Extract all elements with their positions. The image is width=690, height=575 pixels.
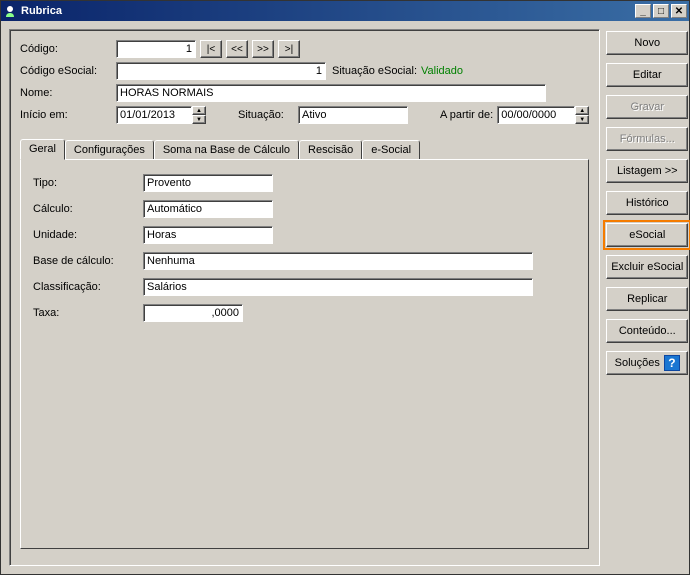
action-panel: Novo Editar Gravar Fórmulas... Listagem … (606, 29, 688, 566)
replicar-button[interactable]: Replicar (606, 287, 688, 311)
window-title: Rubrica (21, 5, 635, 17)
help-icon: ? (664, 355, 680, 371)
tabpanel-geral: Tipo: Provento Cálculo: Automático Unida… (20, 159, 589, 549)
label-base-calculo: Base de cálculo: (33, 255, 143, 267)
gravar-button[interactable]: Gravar (606, 95, 688, 119)
form-panel: Código: 1 |< << >> >| Código eSocial: 1 … (9, 29, 600, 566)
base-calculo-field[interactable]: Nenhuma (143, 252, 533, 270)
novo-button[interactable]: Novo (606, 31, 688, 55)
situacao-esocial-value: Validado (421, 65, 463, 77)
conteudo-button[interactable]: Conteúdo... (606, 319, 688, 343)
label-unidade: Unidade: (33, 229, 143, 241)
historico-button[interactable]: Histórico (606, 191, 688, 215)
label-inicio-em: Início em: (20, 109, 112, 121)
label-situacao-esocial: Situação eSocial: (332, 65, 417, 77)
esocial-button[interactable]: eSocial (606, 223, 688, 247)
nav-prev-button[interactable]: << (226, 40, 248, 58)
nav-first-button[interactable]: |< (200, 40, 222, 58)
a-partir-de-field[interactable]: 00/00/0000 ▲ ▼ (497, 106, 589, 124)
label-taxa: Taxa: (33, 307, 143, 319)
tab-rescisao[interactable]: Rescisão (299, 140, 362, 159)
rubrica-window: Rubrica _ □ ✕ Código: 1 |< << >> >| Códi… (0, 0, 690, 575)
editar-button[interactable]: Editar (606, 63, 688, 87)
minimize-button[interactable]: _ (635, 4, 651, 18)
situacao-field[interactable]: Ativo (298, 106, 408, 124)
maximize-button[interactable]: □ (653, 4, 669, 18)
classificacao-field[interactable]: Salários (143, 278, 533, 296)
tipo-field[interactable]: Provento (143, 174, 273, 192)
close-button[interactable]: ✕ (671, 4, 687, 18)
label-codigo: Código: (20, 43, 112, 55)
solucoes-button[interactable]: Soluções ? (606, 351, 688, 375)
unidade-field[interactable]: Horas (143, 226, 273, 244)
client-area: Código: 1 |< << >> >| Código eSocial: 1 … (1, 21, 689, 574)
formulas-button[interactable]: Fórmulas... (606, 127, 688, 151)
label-codigo-esocial: Código eSocial: (20, 65, 112, 77)
inicio-em-field[interactable]: 01/01/2013 ▲ ▼ (116, 106, 206, 124)
inicio-em-up[interactable]: ▲ (192, 106, 206, 115)
taxa-field[interactable]: ,0000 (143, 304, 243, 322)
solucoes-label: Soluções (615, 357, 660, 369)
nav-next-button[interactable]: >> (252, 40, 274, 58)
a-partir-de-down[interactable]: ▼ (575, 115, 589, 124)
inicio-em-down[interactable]: ▼ (192, 115, 206, 124)
label-situacao: Situação: (238, 109, 294, 121)
label-nome: Nome: (20, 87, 112, 99)
label-a-partir-de: A partir de: (440, 109, 493, 121)
codigo-field[interactable]: 1 (116, 40, 196, 58)
tabs: Geral Configurações Soma na Base de Cálc… (20, 138, 589, 549)
titlebar: Rubrica _ □ ✕ (1, 1, 689, 21)
tab-esocial[interactable]: e-Social (362, 140, 420, 159)
codigo-esocial-field[interactable]: 1 (116, 62, 326, 80)
listagem-button[interactable]: Listagem >> (606, 159, 688, 183)
calculo-field[interactable]: Automático (143, 200, 273, 218)
app-icon (3, 4, 17, 18)
tab-geral[interactable]: Geral (20, 139, 65, 160)
tab-configuracoes[interactable]: Configurações (65, 140, 154, 159)
label-calculo: Cálculo: (33, 203, 143, 215)
excluir-esocial-button[interactable]: Excluir eSocial (606, 255, 688, 279)
tab-soma-base-calculo[interactable]: Soma na Base de Cálculo (154, 140, 299, 159)
nav-last-button[interactable]: >| (278, 40, 300, 58)
a-partir-de-up[interactable]: ▲ (575, 106, 589, 115)
nome-field[interactable]: HORAS NORMAIS (116, 84, 546, 102)
label-tipo: Tipo: (33, 177, 143, 189)
label-classificacao: Classificação: (33, 281, 143, 293)
